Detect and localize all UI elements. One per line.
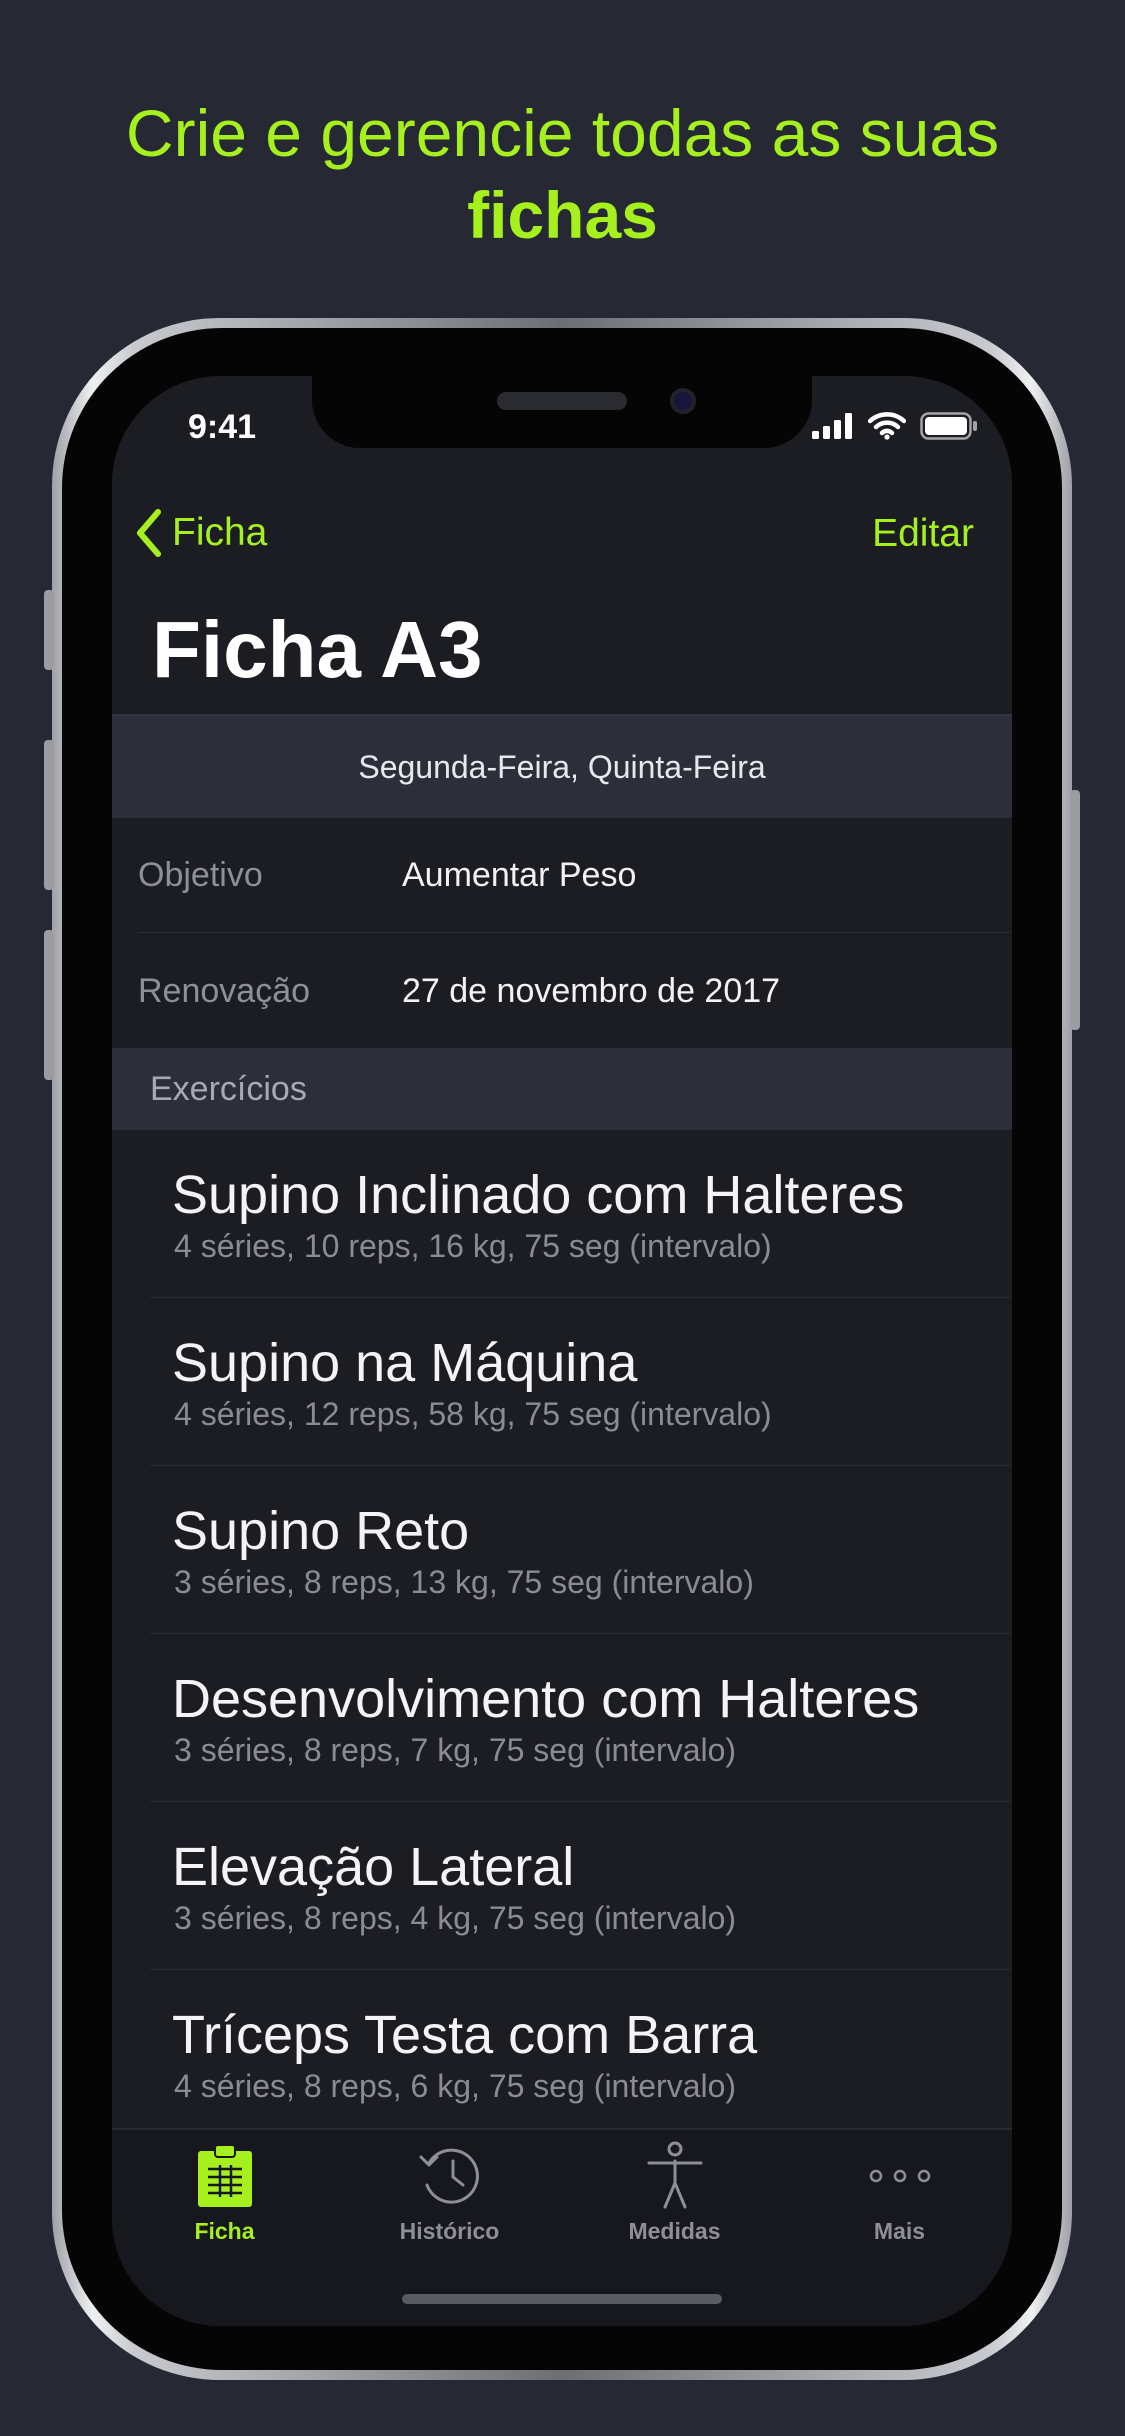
back-button-label: Ficha — [172, 511, 268, 554]
battery-icon — [920, 412, 977, 440]
exercise-item[interactable]: Supino na Máquina 4 séries, 12 reps, 58 … — [112, 1298, 1012, 1466]
exercise-name: Supino Reto — [172, 1501, 470, 1561]
front-camera — [670, 388, 696, 414]
exercise-name: Tríceps Testa com Barra — [172, 2005, 758, 2065]
exercise-name: Supino Inclinado com Halteres — [172, 1165, 905, 1225]
headline-line-2: fichas — [467, 178, 658, 252]
tab-medidas[interactable]: Medidas — [562, 2140, 787, 2245]
body-figure-icon — [647, 2141, 702, 2209]
chevron-left-icon — [137, 509, 161, 557]
page-title: Ficha A3 — [152, 605, 483, 694]
objective-label: Objetivo — [138, 855, 263, 894]
tab-label: Histórico — [399, 2218, 500, 2244]
objective-value: Aumentar Peso — [402, 855, 637, 894]
clipboard-icon — [197, 2144, 252, 2207]
cellular-signal-icon — [812, 413, 852, 439]
tab-label: Medidas — [628, 2218, 721, 2244]
speaker-grille — [497, 392, 627, 410]
exercise-name: Elevação Lateral — [172, 1837, 575, 1897]
headline-line-1: Crie e gerencie todas as suas — [125, 96, 1000, 170]
divider — [138, 932, 1012, 933]
renewal-label: Renovação — [138, 971, 311, 1010]
renewal-value: 27 de novembro de 2017 — [402, 971, 781, 1010]
exercise-name: Desenvolvimento com Halteres — [172, 1669, 920, 1729]
wifi-icon — [868, 412, 906, 440]
exercise-item[interactable]: Tríceps Testa com Barra 4 séries, 8 reps… — [112, 1970, 1012, 2138]
exercise-item[interactable]: Supino Reto 3 séries, 8 reps, 13 kg, 75 … — [112, 1466, 1012, 1634]
status-icons — [812, 412, 978, 440]
promo-headline: Crie e gerencie todas as suas fichas — [0, 92, 1125, 256]
exercise-item[interactable]: Supino Inclinado com Halteres 4 séries, … — [112, 1130, 1012, 1298]
tab-ficha[interactable]: Ficha — [112, 2140, 337, 2245]
volume-down-button — [44, 930, 54, 1080]
phone-screen: 9:41 Ficha Editar Ficha A3 Segunda-Feira… — [112, 376, 1012, 2326]
home-indicator[interactable] — [402, 2294, 722, 2304]
volume-up-button — [44, 740, 54, 890]
renewal-row[interactable]: Renovação 27 de novembro de 2017 — [112, 934, 1012, 1048]
training-days: Segunda-Feira, Quinta-Feira — [112, 714, 1012, 818]
exercise-detail: 4 séries, 12 reps, 58 kg, 75 seg (interv… — [174, 1396, 772, 1432]
tab-label: Ficha — [194, 2218, 255, 2244]
tab-mais[interactable]: Mais — [787, 2140, 1012, 2245]
exercise-detail: 3 séries, 8 reps, 13 kg, 75 seg (interva… — [174, 1564, 754, 1600]
exercise-name: Supino na Máquina — [172, 1333, 638, 1393]
tab-label: Mais — [873, 2218, 926, 2244]
exercise-item[interactable]: Elevação Lateral 3 séries, 8 reps, 4 kg,… — [112, 1802, 1012, 1970]
exercise-detail: 4 séries, 8 reps, 6 kg, 75 seg (interval… — [174, 2068, 737, 2104]
edit-button[interactable]: Editar — [872, 512, 974, 556]
more-dots-icon — [869, 2169, 930, 2183]
exercise-detail: 3 séries, 8 reps, 7 kg, 75 seg (interval… — [174, 1732, 737, 1768]
exercise-detail: 3 séries, 8 reps, 4 kg, 75 seg (interval… — [174, 1900, 737, 1936]
status-time: 9:41 — [188, 408, 257, 446]
exercise-item[interactable]: Desenvolvimento com Halteres 3 séries, 8… — [112, 1634, 1012, 1802]
back-button[interactable]: Ficha — [134, 508, 267, 558]
history-clock-icon — [419, 2148, 479, 2204]
exercise-list: Supino Inclinado com Halteres 4 séries, … — [112, 1130, 1012, 2138]
exercises-section-header: Exercícios — [112, 1048, 1012, 1130]
tab-historico[interactable]: Histórico — [337, 2140, 562, 2245]
power-button — [1070, 790, 1080, 1030]
objective-row[interactable]: Objetivo Aumentar Peso — [112, 818, 1012, 932]
mute-switch — [44, 590, 54, 670]
exercise-detail: 4 séries, 10 reps, 16 kg, 75 seg (interv… — [174, 1228, 772, 1264]
notch — [312, 376, 812, 448]
